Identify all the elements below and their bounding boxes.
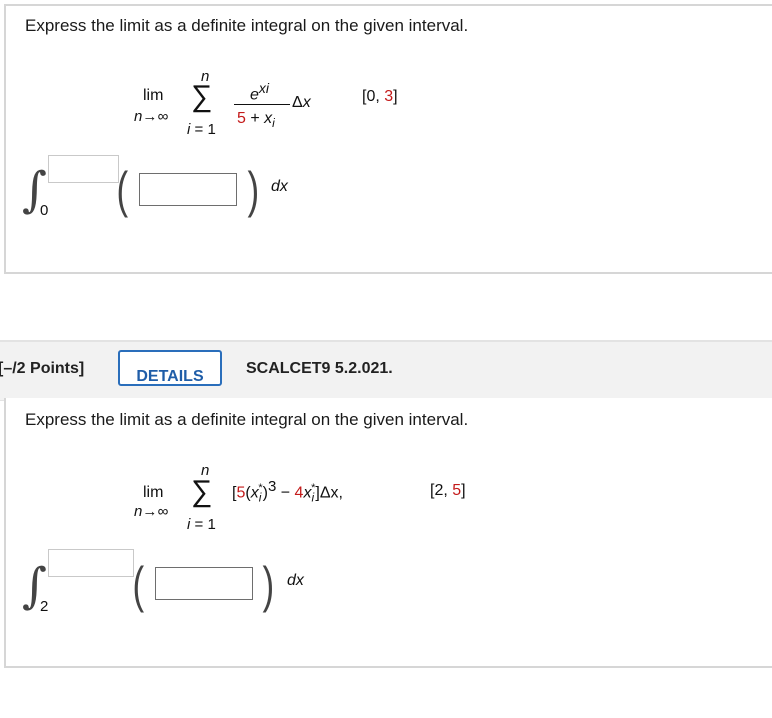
q2-lim-sub: n→∞ — [134, 503, 169, 520]
q2-left-paren: ( — [132, 557, 145, 613]
q1-left-paren: ( — [116, 162, 129, 218]
q1-fraction-line — [234, 104, 290, 105]
q1-numerator: exi — [250, 80, 270, 104]
q1-lim-sub: n→∞ — [134, 108, 169, 125]
q1-instruction: Express the limit as a definite integral… — [25, 16, 469, 35]
q2-dx: dx — [287, 572, 304, 589]
q2-interval: [2, 5] — [430, 482, 466, 499]
q1-upper-limit-input[interactable] — [48, 155, 119, 183]
q2-points: [–/2 Points] — [0, 360, 85, 377]
question-2-panel — [4, 398, 772, 668]
q1-delta-x: Δx — [292, 94, 311, 111]
q1-denominator: 5 + xi — [237, 110, 275, 131]
q2-integrand-input[interactable] — [155, 567, 253, 600]
q1-sigma-bottom: i = 1 — [187, 121, 216, 138]
q1-sigma: ∑ — [191, 80, 213, 113]
question-1-panel — [4, 4, 772, 274]
q2-sigma: ∑ — [191, 475, 213, 508]
q1-dx: dx — [271, 178, 288, 195]
details-button[interactable]: DETAILS — [118, 350, 222, 386]
q1-lim: lim — [143, 87, 164, 104]
q1-lower-limit: 0 — [40, 202, 49, 219]
q1-interval: [0, 3] — [362, 88, 398, 105]
q1-integrand-input[interactable] — [139, 173, 237, 206]
q2-upper-limit-input[interactable] — [48, 549, 134, 577]
q2-right-paren: ) — [262, 557, 275, 613]
q2-lower-limit: 2 — [40, 598, 49, 615]
q2-source: SCALCET9 5.2.021. — [246, 360, 393, 377]
q2-sigma-bottom: i = 1 — [187, 516, 216, 533]
q2-summand: [5(xi*)3 − 4xi*]Δx, — [232, 478, 343, 505]
q2-lim: lim — [143, 484, 164, 501]
q2-instruction: Express the limit as a definite integral… — [25, 410, 469, 429]
q1-right-paren: ) — [247, 162, 260, 218]
